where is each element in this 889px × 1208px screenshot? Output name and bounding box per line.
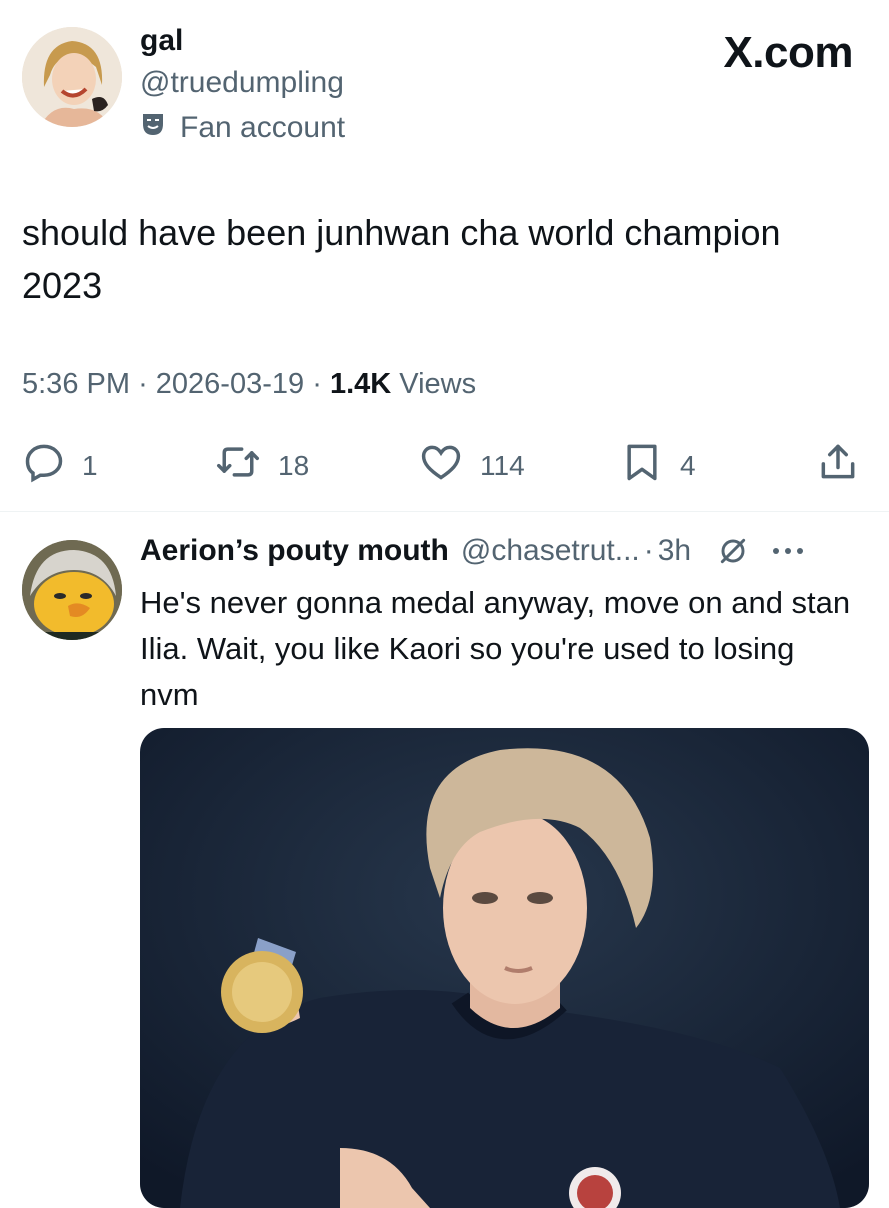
fan-account-badge: Fan account <box>140 111 345 145</box>
reply-icon <box>22 440 66 491</box>
reply-header: Aerion’s pouty mouth @chasetrut... · 3h <box>140 534 805 568</box>
reply-author-name[interactable]: Aerion’s pouty mouth <box>140 534 449 568</box>
views-label: Views <box>399 368 477 400</box>
author-name[interactable]: gal <box>140 24 183 58</box>
reply-time[interactable]: 3h <box>658 534 691 568</box>
meta-separator: · <box>643 534 654 567</box>
reply-button[interactable]: 1 <box>22 440 98 491</box>
bookmark-count: 4 <box>680 449 696 481</box>
author-handle[interactable]: @truedumpling <box>140 66 344 100</box>
fan-account-label: Fan account <box>180 111 346 144</box>
reply-author-avatar[interactable] <box>22 540 122 640</box>
share-icon <box>816 440 860 491</box>
reply-author-handle[interactable]: @chasetrut... <box>461 534 640 568</box>
post-meta: 5:36 PM · 2026-03-19 · 1.4K Views <box>22 368 476 401</box>
meta-separator: · <box>312 368 322 400</box>
more-icon[interactable] <box>771 546 805 556</box>
comedy-mask-icon <box>140 111 166 145</box>
muted-icon <box>717 535 749 567</box>
divider <box>0 511 889 512</box>
post-text: should have been junhwan cha world champ… <box>22 212 781 306</box>
bookmark-button[interactable]: 4 <box>620 440 696 491</box>
reply-text: He's never gonna medal anyway, move on a… <box>140 585 851 712</box>
reply-media-image[interactable] <box>140 728 869 1208</box>
like-button[interactable]: 114 <box>418 440 525 491</box>
brand-watermark: X.com <box>723 28 853 77</box>
repost-count: 18 <box>278 449 310 481</box>
repost-button[interactable]: 18 <box>214 440 309 491</box>
bookmark-icon <box>620 440 664 491</box>
like-icon <box>418 440 464 491</box>
post-time[interactable]: 5:36 PM <box>22 368 130 400</box>
post-date[interactable]: 2026-03-19 <box>156 368 304 400</box>
action-bar: 1 18 114 4 <box>0 440 889 490</box>
author-avatar[interactable] <box>22 27 122 127</box>
share-button[interactable] <box>816 440 860 491</box>
reply-count: 1 <box>82 449 98 481</box>
views-count: 1.4K <box>329 368 392 400</box>
like-count: 114 <box>480 449 525 481</box>
repost-icon <box>214 440 262 491</box>
meta-separator: · <box>138 368 148 400</box>
